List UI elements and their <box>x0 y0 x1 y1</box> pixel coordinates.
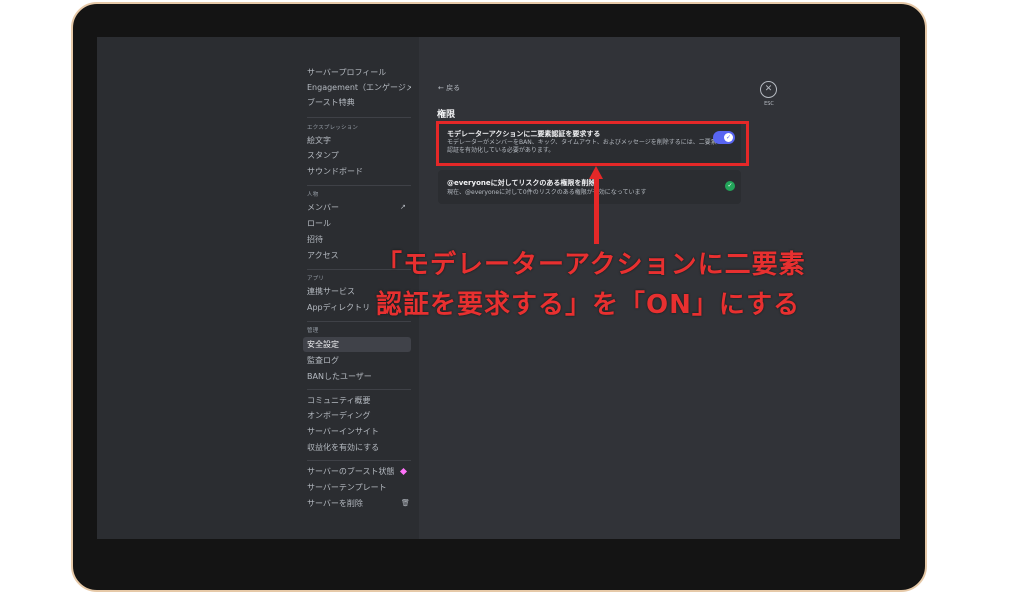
sidebar-divider <box>307 117 411 118</box>
esc-label: ESC <box>764 101 774 107</box>
sidebar-header-people: 人物 <box>307 192 319 198</box>
annotation-line-2: 認証を要求する」を「ON」にする <box>376 290 801 320</box>
status-ok-icon: ✓ <box>725 181 735 191</box>
section-title: 権限 <box>437 110 456 120</box>
sidebar-item-members[interactable]: メンバー <box>303 200 411 215</box>
sidebar-item-server-template[interactable]: サーバーテンプレート <box>303 480 411 495</box>
arrow-shaft <box>594 178 599 244</box>
settings-sidebar: サーバープロフィール Engagement（エンゲージメ... ブースト特典 エ… <box>97 37 419 539</box>
sidebar-header-apps: アプリ <box>307 276 325 282</box>
sidebar-item-engagement[interactable]: Engagement（エンゲージメ... <box>303 80 411 95</box>
sidebar-item-bans[interactable]: BANしたユーザー <box>303 369 411 384</box>
sidebar-item-roles[interactable]: ロール <box>303 216 411 231</box>
permission-description: 現在、@everyoneに対して0件のリスクのある権限が有効になっています <box>447 189 647 196</box>
sidebar-header-expression: エクスプレッション <box>307 125 359 131</box>
back-button[interactable]: ← 戻る <box>438 83 460 93</box>
sidebar-header-moderation: 管理 <box>307 328 319 334</box>
sidebar-item-audit-log[interactable]: 監査ログ <box>303 353 411 368</box>
permission-title: @everyoneに対してリスクのある権限を削除 <box>447 179 596 187</box>
sidebar-item-boost-perks[interactable]: ブースト特典 <box>303 95 411 110</box>
sidebar-item-server-insights[interactable]: サーバーインサイト <box>303 424 411 439</box>
sidebar-divider <box>307 460 411 461</box>
sidebar-divider <box>307 321 411 322</box>
sidebar-item-delete-server[interactable]: サーバーを削除 <box>303 496 411 511</box>
close-button[interactable]: ✕ <box>760 81 777 98</box>
sidebar-item-emoji[interactable]: 絵文字 <box>303 133 411 148</box>
sidebar-item-soundboard[interactable]: サウンドボード <box>303 164 411 179</box>
sidebar-item-stickers[interactable]: スタンプ <box>303 148 411 163</box>
sidebar-divider <box>307 185 411 186</box>
sidebar-item-monetization[interactable]: 収益化を有効にする <box>303 440 411 455</box>
sidebar-item-safety-setup[interactable]: 安全設定 <box>303 337 411 352</box>
sidebar-item-server-profile[interactable]: サーバープロフィール <box>303 65 411 80</box>
annotation-line-1: 「モデレーターアクションに二要素 <box>376 250 806 280</box>
sidebar-item-onboarding[interactable]: オンボーディング <box>303 408 411 423</box>
external-link-icon: ↗ <box>400 203 406 211</box>
trash-icon: 🗑 <box>401 499 410 507</box>
sidebar-item-community-overview[interactable]: コミュニティ概要 <box>303 393 411 408</box>
highlight-box <box>436 121 749 166</box>
sidebar-divider <box>307 389 411 390</box>
sidebar-item-boost-status[interactable]: サーバーのブースト状態 <box>303 464 411 479</box>
close-icon: ✕ <box>764 84 773 94</box>
